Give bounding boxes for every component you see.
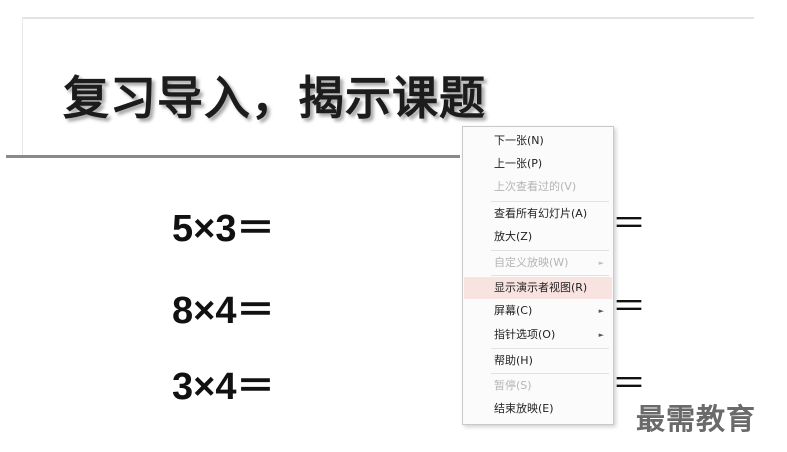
menu-item-label: 显示演示者视图(R) bbox=[494, 281, 588, 294]
menu-item-label: 指针选项(O) bbox=[494, 328, 556, 341]
slide-canvas: 复习导入，揭示课题 5×3＝ 8×4＝ 3×4＝ ＝ ＝ ＝ bbox=[0, 0, 787, 452]
menu-item-presenter-view[interactable]: 显示演示者视图(R) bbox=[464, 277, 612, 299]
menu-item-label: 查看所有幻灯片(A) bbox=[494, 207, 588, 220]
equals-sign-1: ＝ bbox=[612, 205, 646, 243]
equals-sign-2: ＝ bbox=[612, 288, 646, 326]
menu-separator bbox=[491, 348, 609, 349]
submenu-arrow-icon: ► bbox=[598, 331, 604, 339]
watermark-logo: 最需教育 bbox=[636, 402, 757, 436]
menu-item-end-show[interactable]: 结束放映(E) bbox=[464, 398, 612, 420]
menu-item-label: 自定义放映(W) bbox=[494, 256, 569, 269]
menu-item-last-viewed: 上次查看过的(V) bbox=[464, 176, 612, 198]
menu-item-next[interactable]: 下一张(N) bbox=[464, 130, 612, 152]
submenu-arrow-icon: ► bbox=[598, 307, 604, 315]
menu-separator bbox=[491, 250, 609, 251]
menu-item-previous[interactable]: 上一张(P) bbox=[464, 153, 612, 175]
menu-item-label: 下一张(N) bbox=[494, 134, 544, 147]
menu-separator bbox=[491, 373, 609, 374]
equation-1: 5×3＝ bbox=[172, 208, 275, 250]
menu-item-label: 上次查看过的(V) bbox=[494, 180, 577, 193]
menu-item-see-all-slides[interactable]: 查看所有幻灯片(A) bbox=[464, 203, 612, 225]
menu-separator bbox=[491, 201, 609, 202]
menu-item-label: 帮助(H) bbox=[494, 354, 533, 367]
menu-item-zoom[interactable]: 放大(Z) bbox=[464, 226, 612, 248]
menu-item-label: 放大(Z) bbox=[494, 230, 533, 243]
title-divider bbox=[6, 155, 460, 158]
slide-title: 复习导入，揭示课题 bbox=[63, 71, 486, 125]
menu-item-pointer-options[interactable]: 指针选项(O) ► bbox=[464, 324, 612, 346]
menu-item-pause: 暂停(S) bbox=[464, 375, 612, 397]
menu-item-label: 暂停(S) bbox=[494, 379, 532, 392]
equation-2: 8×4＝ bbox=[172, 290, 275, 332]
menu-item-custom-show: 自定义放映(W) ► bbox=[464, 252, 612, 274]
menu-item-help[interactable]: 帮助(H) bbox=[464, 350, 612, 372]
equation-3: 3×4＝ bbox=[172, 366, 275, 408]
menu-item-screen[interactable]: 屏幕(C) ► bbox=[464, 300, 612, 322]
slideshow-context-menu: 下一张(N) 上一张(P) 上次查看过的(V) 查看所有幻灯片(A) 放大(Z)… bbox=[462, 126, 614, 425]
menu-item-label: 结束放映(E) bbox=[494, 402, 554, 415]
slide-left-border bbox=[22, 17, 23, 157]
menu-separator bbox=[491, 275, 609, 276]
slide-top-border bbox=[22, 17, 754, 19]
menu-item-label: 上一张(P) bbox=[494, 157, 543, 170]
submenu-arrow-icon: ► bbox=[598, 259, 604, 267]
menu-item-label: 屏幕(C) bbox=[494, 304, 533, 317]
